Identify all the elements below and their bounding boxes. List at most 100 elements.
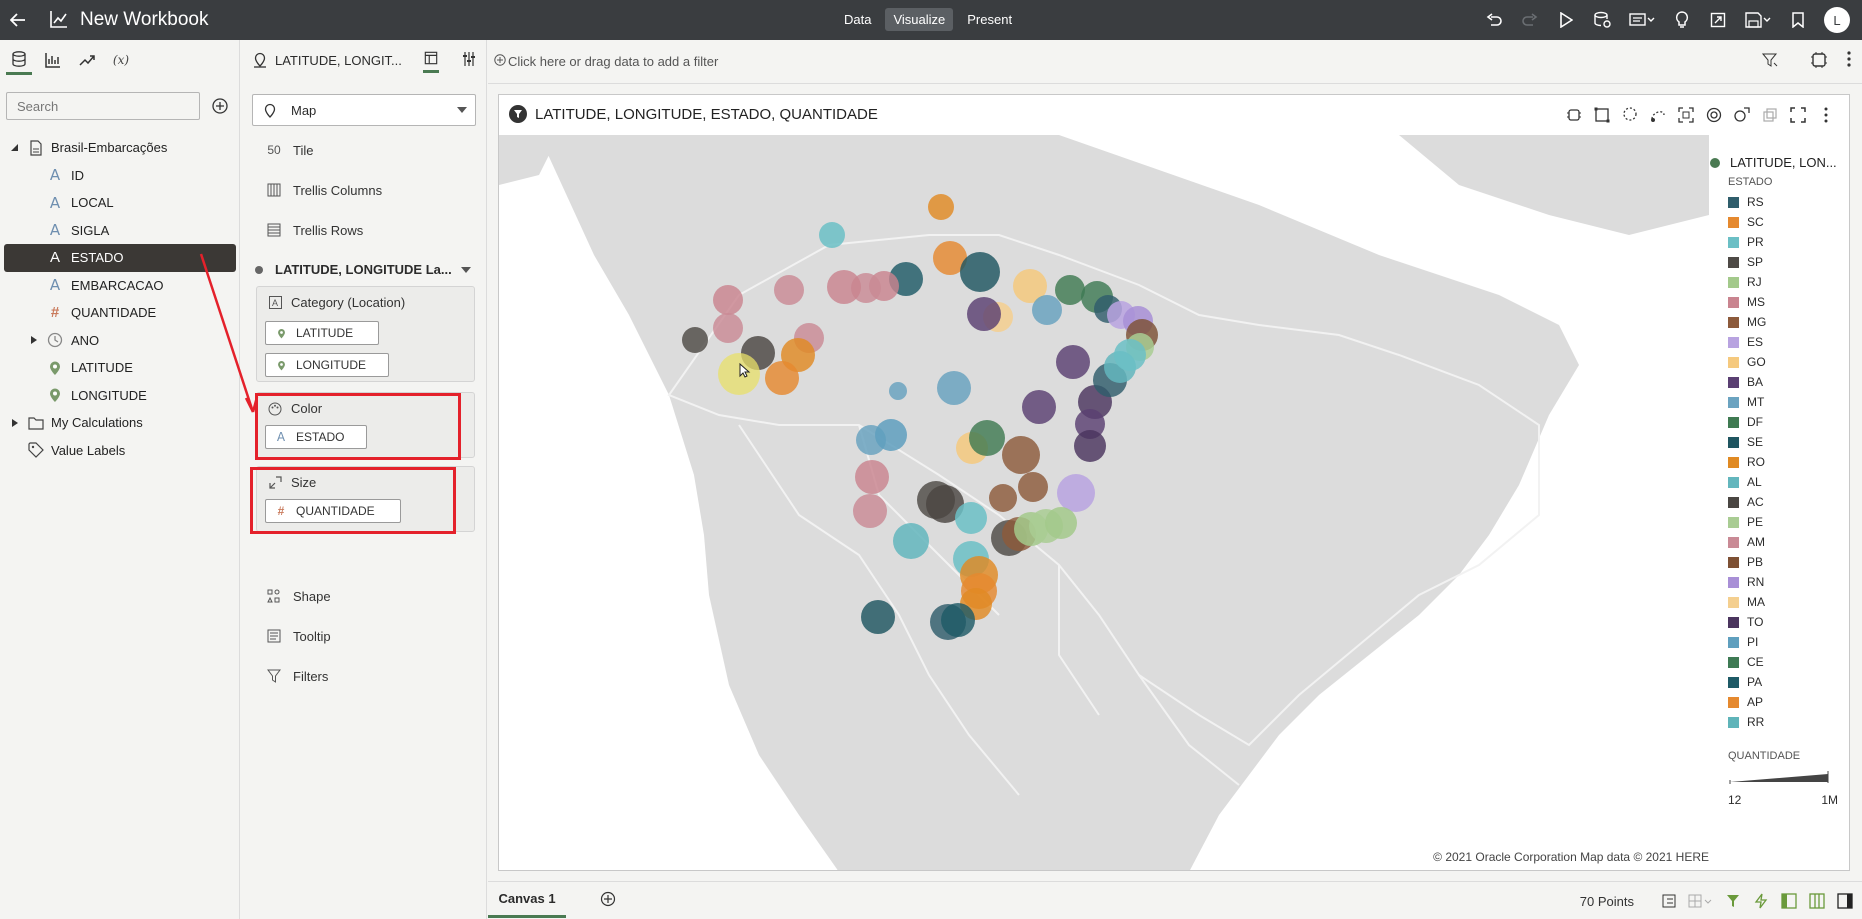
legend-item[interactable]: PR (1728, 232, 1848, 252)
map-area[interactable] (499, 95, 1850, 871)
value-labels-node[interactable]: Value Labels (0, 437, 240, 465)
canvas-settings-button[interactable] (1658, 890, 1680, 912)
viz-tool-4[interactable] (1645, 103, 1671, 127)
legend-item[interactable]: MT (1728, 392, 1848, 412)
properties-sliders-icon[interactable] (461, 51, 477, 67)
filter-placeholder[interactable]: Click here or drag data to add a filter (508, 54, 718, 69)
viz-tool-6[interactable] (1701, 103, 1727, 127)
legend-item[interactable]: RS (1728, 192, 1848, 212)
toggle-grammar-panel-button[interactable] (1806, 890, 1828, 912)
legend-item[interactable]: RJ (1728, 272, 1848, 292)
tab-calculations[interactable]: (x) (108, 45, 134, 75)
mode-present[interactable]: Present (959, 8, 1020, 31)
trellis-columns-drop[interactable]: Trellis Columns (263, 180, 382, 200)
expanded-triangle-icon[interactable] (10, 143, 20, 153)
legend-item[interactable]: ES (1728, 332, 1848, 352)
column-longitude[interactable]: LONGITUDE (0, 382, 240, 410)
map-visualization[interactable]: LATITUDE, LONGITUDE, ESTADO, QUANTIDADE … (498, 94, 1850, 871)
user-avatar[interactable]: L (1824, 7, 1850, 33)
back-button[interactable] (4, 6, 32, 34)
mode-data[interactable]: Data (836, 8, 879, 31)
legend-item[interactable]: TO (1728, 612, 1848, 632)
bookmark-button[interactable] (1780, 4, 1816, 36)
my-calculations-node[interactable]: My Calculations (0, 409, 240, 437)
column-sigla[interactable]: A SIGLA (0, 217, 240, 245)
tooltip-drop[interactable]: Tooltip (263, 626, 331, 646)
legend-item[interactable]: SC (1728, 212, 1848, 232)
narrate-menu-button[interactable] (1620, 4, 1664, 36)
chevron-down-icon[interactable] (461, 266, 471, 273)
tab-visualizations[interactable] (40, 45, 66, 75)
legend-item[interactable]: BA (1728, 372, 1848, 392)
legend-item[interactable]: MG (1728, 312, 1848, 332)
column-id[interactable]: A ID (0, 162, 240, 190)
viz-tool-9[interactable] (1785, 103, 1811, 127)
legend-item[interactable]: AP (1728, 692, 1848, 712)
refresh-button[interactable] (1750, 890, 1772, 912)
legend-item[interactable]: PE (1728, 512, 1848, 532)
viz-tool-7[interactable] (1729, 103, 1755, 127)
column-latitude[interactable]: LATITUDE (0, 354, 240, 382)
legend-item[interactable]: SE (1728, 432, 1848, 452)
legend-item[interactable]: AC (1728, 492, 1848, 512)
insights-button[interactable] (1664, 4, 1700, 36)
add-data-icon[interactable] (212, 98, 228, 114)
more-vertical-icon[interactable] (1846, 50, 1852, 68)
viz-tool-8[interactable] (1757, 103, 1783, 127)
longitude-pill[interactable]: LONGITUDE (265, 353, 389, 377)
viz-type-select[interactable]: Map (252, 94, 476, 126)
legend-item[interactable]: PA (1728, 672, 1848, 692)
latitude-pill[interactable]: LATITUDE (265, 321, 379, 345)
viz-tool-3[interactable] (1617, 103, 1643, 127)
collapsed-triangle-icon[interactable] (29, 335, 39, 345)
toggle-properties-panel-button[interactable] (1834, 890, 1856, 912)
legend-item[interactable]: AL (1728, 472, 1848, 492)
legend-item[interactable]: CE (1728, 652, 1848, 672)
legend-item[interactable]: RR (1728, 712, 1848, 732)
viz-tool-2[interactable] (1589, 103, 1615, 127)
viz-more-button[interactable] (1813, 103, 1839, 127)
legend-item[interactable]: AM (1728, 532, 1848, 552)
redo-button[interactable] (1512, 4, 1548, 36)
canvas-tab[interactable]: Canvas 1 (488, 882, 566, 918)
column-embarcacao[interactable]: A EMBARCACAO (0, 272, 240, 300)
add-canvas-icon[interactable] (600, 891, 616, 907)
legend-item[interactable]: GO (1728, 352, 1848, 372)
legend-item[interactable]: RN (1728, 572, 1848, 592)
mode-visualize[interactable]: Visualize (885, 8, 954, 31)
canvas-properties-icon[interactable] (1810, 51, 1828, 69)
refresh-data-button[interactable] (1584, 4, 1620, 36)
column-estado[interactable]: A ESTADO (4, 244, 236, 272)
shape-drop[interactable]: Shape (263, 586, 331, 606)
search-input[interactable]: Search (6, 92, 200, 120)
tab-analytics[interactable] (74, 45, 100, 75)
undo-button[interactable] (1476, 4, 1512, 36)
viz-tool-1[interactable] (1561, 103, 1587, 127)
column-quantidade[interactable]: # QUANTIDADE (0, 299, 240, 327)
auto-apply-button[interactable] (1722, 890, 1744, 912)
save-menu-button[interactable] (1736, 4, 1780, 36)
column-local[interactable]: A LOCAL (0, 189, 240, 217)
legend-item[interactable]: RO (1728, 452, 1848, 472)
preview-button[interactable] (1548, 4, 1584, 36)
category-location-drop[interactable]: A Category (Location) LATITUDE LONGITUDE (256, 286, 475, 382)
grammar-tab-icon[interactable] (423, 51, 439, 73)
workbook-title[interactable]: New Workbook (80, 9, 208, 31)
legend-layer[interactable]: LATITUDE, LON... (1710, 155, 1848, 170)
legend-item[interactable]: MS (1728, 292, 1848, 312)
legend-item[interactable]: PB (1728, 552, 1848, 572)
viz-tool-5[interactable] (1673, 103, 1699, 127)
legend-item[interactable]: DF (1728, 412, 1848, 432)
map-layer-header[interactable]: LATITUDE, LONGITUDE La... (255, 262, 483, 277)
export-button[interactable] (1700, 4, 1736, 36)
filter-settings-icon[interactable] (1762, 52, 1778, 68)
layout-menu-button[interactable] (1686, 890, 1716, 912)
toggle-data-panel-button[interactable] (1778, 890, 1800, 912)
tab-data[interactable] (6, 45, 32, 75)
legend-item[interactable]: PI (1728, 632, 1848, 652)
dataset-node[interactable]: Brasil-Embarcações (0, 134, 240, 162)
tile-drop[interactable]: 50 Tile (263, 140, 313, 160)
collapsed-triangle-icon[interactable] (10, 418, 20, 428)
add-filter-icon[interactable] (494, 54, 506, 66)
filter-bar[interactable]: Click here or drag data to add a filter (488, 40, 1862, 84)
